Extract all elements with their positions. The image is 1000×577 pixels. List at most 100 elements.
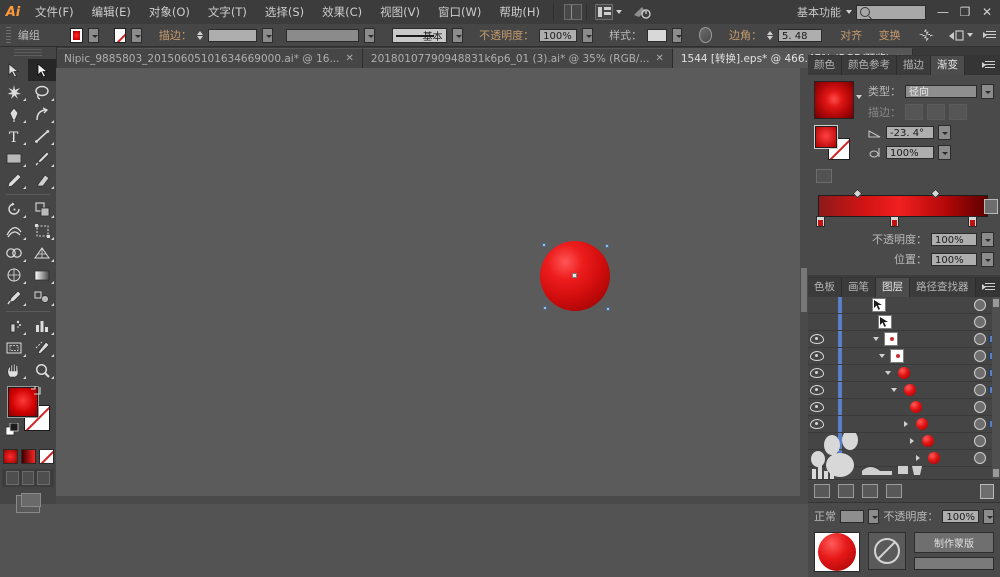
appearance-opacity-dropdown-icon[interactable] <box>983 508 995 524</box>
layer-target-indicator[interactable] <box>974 418 986 430</box>
layer-thumbnail[interactable] <box>878 315 892 329</box>
menu-item-effect[interactable]: 效果(C) <box>313 0 371 24</box>
table-row[interactable] <box>808 348 1000 365</box>
document-tab-2[interactable]: 20180107790948831k6p6_01 (3).ai* @ 35% (… <box>362 48 673 68</box>
canvas-scrollbar-vertical[interactable] <box>800 68 808 504</box>
tool-artboard[interactable] <box>0 337 28 359</box>
search-input[interactable] <box>856 4 926 20</box>
gradient-presets-chevron-icon[interactable] <box>856 95 862 99</box>
tool-pencil[interactable] <box>0 169 28 191</box>
gradient-type-select[interactable]: 径向 <box>905 84 977 98</box>
gradient-stop-1[interactable] <box>816 216 825 227</box>
transparency-mask-thumbnail[interactable] <box>868 532 906 570</box>
layer-target-indicator[interactable] <box>974 350 986 362</box>
menu-item-window[interactable]: 窗口(W) <box>429 0 490 24</box>
gradient-type-dropdown-icon[interactable] <box>981 83 994 99</box>
gradient-opacity-dropdown-icon[interactable] <box>981 231 994 247</box>
tool-gradient[interactable] <box>28 264 56 286</box>
table-row[interactable] <box>808 433 1000 450</box>
menu-item-view[interactable]: 视图(V) <box>371 0 429 24</box>
tool-zoom[interactable] <box>28 359 56 381</box>
layer-thumbnail[interactable] <box>872 298 886 312</box>
layer-disclosure-triangle[interactable] <box>877 354 887 358</box>
gradient-stop-3[interactable] <box>968 216 977 227</box>
isolate-icon[interactable] <box>948 29 964 42</box>
stroke-color-swatch[interactable] <box>113 27 127 43</box>
tab-color[interactable]: 颜色 <box>808 56 842 75</box>
blend-mode-dropdown-icon[interactable] <box>868 508 880 524</box>
layer-thumbnail[interactable] <box>914 417 929 431</box>
tool-free-transform[interactable] <box>28 220 56 242</box>
layer-target-indicator[interactable] <box>974 333 986 345</box>
recolor-artwork-icon[interactable] <box>699 27 713 43</box>
align-button[interactable]: 对齐 <box>840 27 862 43</box>
swap-fill-stroke-icon[interactable] <box>30 385 42 397</box>
gradient-aspect-input[interactable]: 100% <box>886 146 934 159</box>
screen-mode-button[interactable] <box>0 493 56 513</box>
layer-target-indicator[interactable] <box>974 435 986 447</box>
toolbox-grip[interactable] <box>14 49 42 57</box>
tab-pathfinder[interactable]: 路径查找器 <box>910 278 976 297</box>
appearance-opacity-input[interactable]: 100% <box>942 509 979 523</box>
tool-magic-wand[interactable] <box>0 81 28 103</box>
tool-width[interactable] <box>0 220 28 242</box>
chevron-down-icon[interactable] <box>615 10 622 14</box>
tab-stroke[interactable]: 描边 <box>897 56 931 75</box>
stroke-profile-dropdown-icon[interactable] <box>364 27 376 43</box>
tool-column-graph[interactable] <box>28 315 56 337</box>
table-row[interactable] <box>808 314 1000 331</box>
control-panel-menu-icon[interactable] <box>982 29 997 41</box>
layer-target-indicator[interactable] <box>974 384 986 396</box>
delete-stop-icon[interactable] <box>984 199 998 214</box>
minimize-button[interactable]: — <box>932 3 954 21</box>
transform-button[interactable]: 变换 <box>879 27 901 43</box>
layer-target-indicator[interactable] <box>974 452 986 464</box>
arrange-documents-icon[interactable] <box>594 4 613 20</box>
table-row[interactable] <box>808 365 1000 382</box>
gradient-fill-swatch[interactable] <box>815 126 837 148</box>
reverse-gradient-icon[interactable] <box>816 169 832 183</box>
stroke-weight-input[interactable] <box>207 28 257 42</box>
layer-target-indicator[interactable] <box>974 316 986 328</box>
bridge-icon[interactable] <box>632 4 652 20</box>
chevron-down-icon[interactable] <box>966 33 973 37</box>
layer-thumbnail[interactable] <box>896 366 911 380</box>
graphic-style-swatch[interactable] <box>647 28 667 42</box>
menu-item-object[interactable]: 对象(O) <box>140 0 199 24</box>
blend-mode-select[interactable] <box>840 509 865 523</box>
table-row[interactable] <box>808 399 1000 416</box>
tab-brushes[interactable]: 画笔 <box>842 278 876 297</box>
document-arrange-icon[interactable] <box>563 4 582 20</box>
scrollbar-thumb[interactable] <box>801 268 807 312</box>
layer-visibility-toggle[interactable] <box>808 368 826 378</box>
delete-layer-icon[interactable] <box>980 483 994 499</box>
table-row[interactable] <box>808 450 1000 467</box>
layer-visibility-toggle[interactable] <box>808 385 826 395</box>
gradient-slider[interactable] <box>814 188 998 227</box>
draw-behind-icon[interactable] <box>21 471 35 485</box>
fill-dropdown-icon[interactable] <box>87 27 99 43</box>
search-field[interactable] <box>870 5 922 19</box>
gradient-aspect-dropdown-icon[interactable] <box>938 145 951 160</box>
menu-item-select[interactable]: 选择(S) <box>256 0 313 24</box>
chevron-down-icon[interactable] <box>846 10 852 14</box>
gradient-stop-2[interactable] <box>890 216 899 227</box>
menu-item-help[interactable]: 帮助(H) <box>490 0 549 24</box>
layer-target-indicator[interactable] <box>974 367 986 379</box>
layer-thumbnail[interactable] <box>890 349 904 363</box>
document-tab-1[interactable]: Nipic_9885803_20150605101634669000.ai* @… <box>56 48 363 68</box>
layer-thumbnail[interactable] <box>902 383 917 397</box>
create-sublayer-icon[interactable] <box>862 484 878 498</box>
tool-line-segment[interactable] <box>28 125 56 147</box>
layer-target-indicator[interactable] <box>974 299 986 311</box>
tool-hand[interactable] <box>0 359 28 381</box>
gradient-angle-input[interactable]: -23. 4° <box>886 126 934 139</box>
table-row[interactable] <box>808 297 1000 314</box>
locate-object-icon[interactable] <box>814 484 830 498</box>
fill-color-swatch[interactable] <box>70 27 83 43</box>
tool-paintbrush[interactable] <box>28 147 56 169</box>
tool-rectangle[interactable] <box>0 147 28 169</box>
gradient-panel-menu-icon[interactable] <box>982 59 996 71</box>
table-row[interactable] <box>808 382 1000 399</box>
mask-options-row[interactable] <box>914 557 994 570</box>
